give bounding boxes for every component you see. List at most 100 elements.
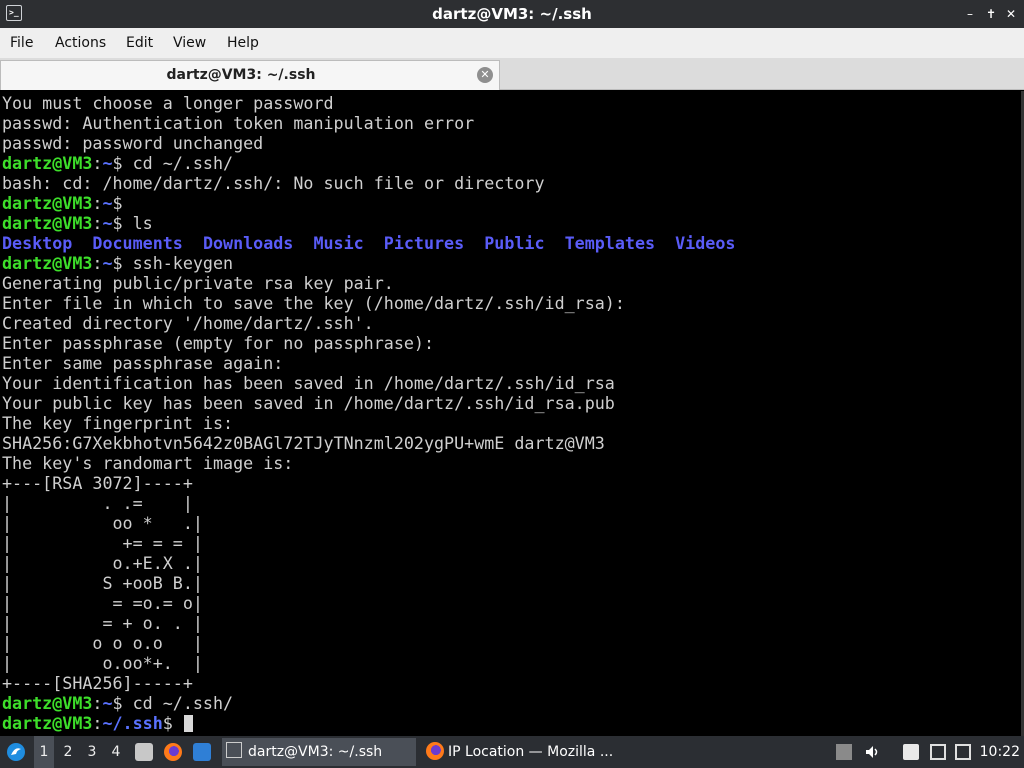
terminal-line: Created directory '/home/dartz/.ssh'. (2, 313, 735, 333)
terminal-line: | = + o. . | (2, 613, 735, 633)
terminal-line: | o.oo*+. | (2, 653, 735, 673)
terminal-line: | S +ooB B.| (2, 573, 735, 593)
tab-label: dartz@VM3: ~/.ssh (166, 67, 316, 83)
workspace-4[interactable]: 4 (106, 736, 126, 768)
terminal-segment: | o o o.o | (2, 633, 203, 653)
workspace-3[interactable]: 3 (82, 736, 102, 768)
workspace-2[interactable]: 2 (58, 736, 78, 768)
window-title: dartz@VM3: ~/.ssh (432, 5, 592, 23)
terminal-segment: dartz@VM3 (2, 193, 93, 213)
task-firefox[interactable]: IP Location — Mozilla ... (424, 738, 624, 766)
terminal-segment: : (92, 193, 103, 213)
terminal-segment: Enter same passphrase again: (2, 353, 284, 373)
terminal-line: Your public key has been saved in /home/… (2, 393, 735, 413)
minimize-icon[interactable]: – (962, 5, 978, 23)
terminal-segment: | o.oo*+. | (2, 653, 203, 673)
close-icon[interactable]: ✕ (1003, 5, 1019, 23)
window-titlebar[interactable]: >_ dartz@VM3: ~/.ssh – ✝ ✕ (0, 0, 1024, 28)
terminal-segment: Videos (675, 233, 736, 253)
taskbar: 1 2 3 4 dartz@VM3: ~/.ssh IP Location — … (0, 736, 1024, 768)
terminal-segment (72, 233, 92, 253)
menu-file[interactable]: File (10, 28, 33, 58)
terminal-segment: $ (112, 193, 123, 213)
menu-edit[interactable]: Edit (126, 28, 153, 58)
terminal-segment: Downloads (202, 233, 294, 253)
terminal-segment: passwd: password unchanged (2, 133, 264, 153)
terminal-segment: +---[RSA 3072]----+ (2, 473, 193, 493)
terminal-segment: Your identification has been saved in /h… (2, 373, 615, 393)
terminal-segment (655, 233, 675, 253)
terminal-segment: dartz@VM3 (2, 153, 93, 173)
terminal-line: +---[RSA 3072]----+ (2, 473, 735, 493)
terminal-line: Your identification has been saved in /h… (2, 373, 735, 393)
terminal-segment: | o.+E.X .| (2, 553, 203, 573)
volume-icon[interactable] (864, 744, 880, 760)
firefox-icon (426, 742, 444, 760)
tab-close-icon[interactable]: ✕ (477, 67, 493, 83)
terminal-segment: : (92, 693, 103, 713)
desktop-icon[interactable] (193, 743, 211, 761)
terminal-segment (464, 233, 484, 253)
terminal-segment: : (92, 253, 103, 273)
menu-help[interactable]: Help (227, 28, 259, 58)
terminal-line: dartz@VM3:~$ cd ~/.ssh/ (2, 153, 735, 173)
firefox-launcher-icon[interactable] (164, 743, 182, 761)
terminal-segment: dartz@VM3 (2, 713, 93, 733)
terminal-segment: ~ (102, 693, 113, 713)
task-terminal[interactable]: dartz@VM3: ~/.ssh (222, 738, 416, 766)
terminal-line: Desktop Documents Downloads Music Pictur… (2, 233, 735, 253)
terminal-segment (545, 233, 565, 253)
terminal-segment: | = + o. . | (2, 613, 203, 633)
terminal-segment: The key fingerprint is: (2, 413, 234, 433)
terminal-tab[interactable]: dartz@VM3: ~/.ssh ✕ (0, 60, 500, 90)
terminal-line: dartz@VM3:~$ ls (2, 213, 735, 233)
terminal-line: Enter same passphrase again: (2, 353, 735, 373)
terminal-line: | oo * .| (2, 513, 735, 533)
terminal-segment: +----[SHA256]-----+ (2, 673, 193, 693)
terminal-segment: dartz@VM3 (2, 253, 93, 273)
terminal-segment: ~/.ssh (102, 713, 163, 733)
terminal-segment: Documents (92, 233, 183, 253)
tray-app-icon[interactable] (836, 744, 852, 760)
terminal-segment: passwd: Authentication token manipulatio… (2, 113, 475, 133)
app-menu-icon[interactable] (6, 742, 26, 762)
clock[interactable]: 10:22 (980, 736, 1020, 768)
terminal-segment: $ cd ~/.ssh/ (112, 153, 234, 173)
terminal-line: The key fingerprint is: (2, 413, 735, 433)
terminal-segment: Generating public/private rsa key pair. (2, 273, 394, 293)
maximize-icon[interactable]: ✝ (983, 5, 999, 23)
terminal-output[interactable]: You must choose a longer password passwd:… (0, 91, 1024, 736)
terminal-line: Generating public/private rsa key pair. (2, 273, 735, 293)
terminal-line: dartz@VM3:~$ ssh-keygen (2, 253, 735, 273)
terminal-cursor (183, 715, 193, 732)
clipboard-icon[interactable] (903, 744, 919, 760)
task-terminal-label: dartz@VM3: ~/.ssh (248, 744, 383, 760)
terminal-segment: : (92, 153, 103, 173)
terminal-line: | = =o.= o| (2, 593, 735, 613)
menu-actions[interactable]: Actions (55, 28, 106, 58)
menu-bar: File Actions Edit View Help (0, 28, 1024, 58)
terminal-segment: $ cd ~/.ssh/ (112, 693, 234, 713)
terminal-segment: | S +ooB B.| (2, 573, 203, 593)
terminal-segment: dartz@VM3 (2, 213, 93, 233)
terminal-icon (226, 742, 242, 758)
file-manager-icon[interactable] (135, 743, 153, 761)
tab-bar: dartz@VM3: ~/.ssh ✕ (0, 58, 1024, 90)
workspace-1[interactable]: 1 (34, 736, 54, 768)
terminal-segment: ~ (102, 193, 113, 213)
network-icon[interactable] (955, 744, 971, 760)
terminal-line: SHA256:G7Xekbhotvn5642z0BAGl72TJyTNnzml2… (2, 433, 735, 453)
terminal-segment: $ ssh-keygen (112, 253, 234, 273)
terminal-line: passwd: Authentication token manipulatio… (2, 113, 735, 133)
terminal-segment (183, 233, 203, 253)
terminal-line: You must choose a longer password (2, 93, 735, 113)
task-firefox-label: IP Location — Mozilla ... (448, 744, 614, 760)
terminal-segment: ~ (102, 153, 113, 173)
terminal-segment: Enter file in which to save the key (/ho… (2, 293, 625, 313)
menu-view[interactable]: View (173, 28, 206, 58)
terminal-line: +----[SHA256]-----+ (2, 673, 735, 693)
terminal-segment: | += = = | (2, 533, 203, 553)
monitor-icon[interactable] (930, 744, 946, 760)
terminal-line: passwd: password unchanged (2, 133, 735, 153)
terminal-segment: $ ls (112, 213, 153, 233)
